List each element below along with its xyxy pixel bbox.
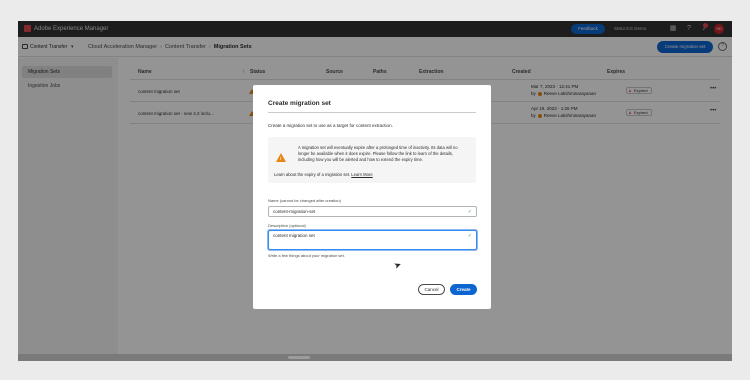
cancel-button[interactable]: Cancel bbox=[418, 284, 445, 295]
dialog-intro: Create a migration set to use as a targe… bbox=[268, 123, 393, 128]
learn-more-link[interactable]: Learn More bbox=[351, 172, 372, 177]
checkmark-icon: ✓ bbox=[467, 233, 472, 239]
expiry-warning-box: ! A migration set will eventually expire… bbox=[268, 137, 476, 183]
description-help-text: Write a few things about your migration … bbox=[268, 253, 345, 258]
name-field-value: content-migration-set bbox=[273, 209, 316, 214]
warning-text: A migration set will eventually expire a… bbox=[298, 145, 458, 162]
scrollbar-thumb[interactable] bbox=[288, 356, 310, 359]
description-field[interactable]: content migration set ✓ bbox=[268, 230, 477, 250]
description-field-label: Description (optional) bbox=[268, 223, 306, 228]
warning-mark: ! bbox=[280, 156, 282, 161]
name-field-label: Name (cannot be changed after creation) bbox=[268, 198, 341, 203]
description-field-value: content migration set bbox=[273, 233, 315, 238]
create-migration-set-dialog: Create migration set Create a migration … bbox=[253, 85, 491, 309]
checkmark-icon: ✓ bbox=[467, 209, 472, 215]
warning-learn-more: Learn about the expiry of a migration se… bbox=[274, 172, 373, 178]
name-field[interactable]: content-migration-set ✓ bbox=[268, 206, 477, 217]
bottom-scrollbar bbox=[18, 354, 732, 361]
create-button[interactable]: Create bbox=[450, 284, 477, 295]
learn-more-prefix: Learn about the expiry of a migration se… bbox=[274, 172, 351, 177]
mouse-pointer-icon: ➤ bbox=[392, 259, 403, 272]
dialog-divider bbox=[268, 112, 476, 113]
dialog-title: Create migration set bbox=[268, 100, 331, 107]
